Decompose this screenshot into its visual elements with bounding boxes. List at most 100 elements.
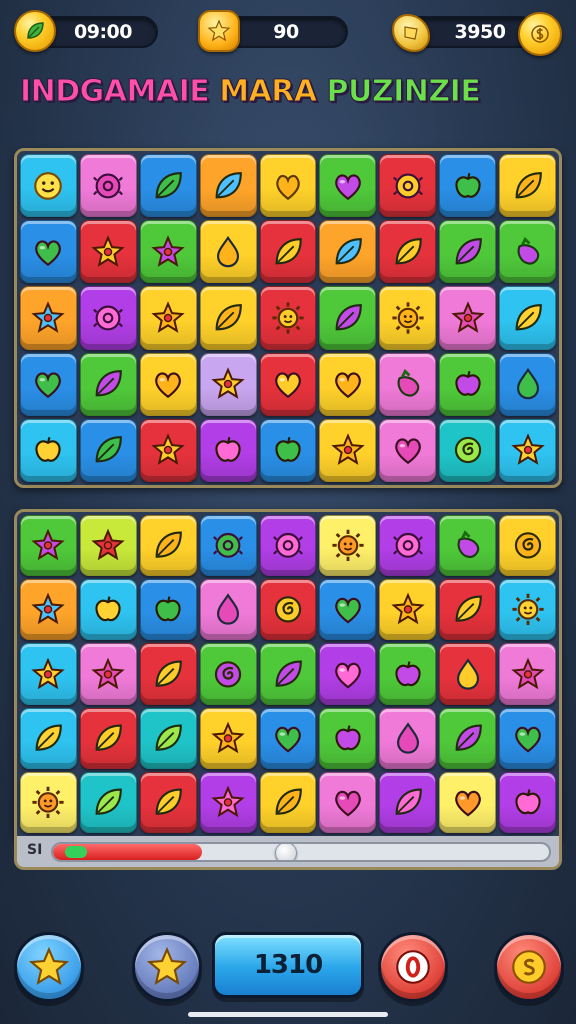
tile-star[interactable] xyxy=(20,515,77,577)
tile-bug[interactable] xyxy=(379,154,437,218)
tile-star[interactable] xyxy=(20,286,77,350)
star-button[interactable] xyxy=(132,932,202,1002)
tile-pepper[interactable] xyxy=(499,220,556,284)
tile-swirl[interactable] xyxy=(499,515,556,577)
tile-star[interactable] xyxy=(379,579,437,641)
tile-swirl[interactable] xyxy=(439,418,497,482)
tile-leaf[interactable] xyxy=(139,771,197,833)
tile-leaf[interactable] xyxy=(499,286,556,350)
tile-star[interactable] xyxy=(139,220,197,284)
tile-star[interactable] xyxy=(20,579,77,641)
tile-leaf[interactable] xyxy=(379,771,437,833)
tile-swirl[interactable] xyxy=(259,579,317,641)
level-button[interactable]: 1310 xyxy=(212,932,364,998)
tile-leaf[interactable] xyxy=(139,515,197,577)
tile-bug[interactable] xyxy=(79,154,137,218)
tile-leaf[interactable] xyxy=(79,771,137,833)
tile-bug[interactable] xyxy=(379,515,437,577)
tile-pepper[interactable] xyxy=(379,352,437,416)
tile-star[interactable] xyxy=(499,643,556,705)
tile-apple[interactable] xyxy=(79,579,137,641)
tile-leaf[interactable] xyxy=(79,707,137,769)
tile-leaf[interactable] xyxy=(499,154,556,218)
tile-heart[interactable] xyxy=(259,707,317,769)
tile-heart[interactable] xyxy=(379,418,437,482)
tile-star[interactable] xyxy=(79,220,137,284)
coin-shop-button[interactable] xyxy=(494,932,564,1002)
tile-leaf[interactable] xyxy=(259,220,317,284)
tile-star[interactable] xyxy=(199,707,257,769)
tile-drop[interactable] xyxy=(499,352,556,416)
tile-leaf[interactable] xyxy=(439,579,497,641)
target-button[interactable] xyxy=(378,932,448,1002)
tile-leaf[interactable] xyxy=(259,771,317,833)
tile-bug[interactable] xyxy=(199,515,257,577)
tile-heart[interactable] xyxy=(319,154,377,218)
tile-star[interactable] xyxy=(139,418,197,482)
tile-leaf[interactable] xyxy=(20,707,77,769)
tile-pepper[interactable] xyxy=(439,515,497,577)
tile-bug[interactable] xyxy=(259,515,317,577)
tile-sun[interactable] xyxy=(499,579,556,641)
tile-drop[interactable] xyxy=(379,707,437,769)
tile-bug[interactable] xyxy=(79,286,137,350)
tile-leaf[interactable] xyxy=(379,220,437,284)
leaf-icon xyxy=(455,237,482,265)
tile-heart[interactable] xyxy=(139,352,197,416)
tile-apple[interactable] xyxy=(439,154,497,218)
tile-leaf[interactable] xyxy=(199,286,257,350)
tile-leaf[interactable] xyxy=(259,643,317,705)
tile-face[interactable] xyxy=(20,154,77,218)
tile-heart[interactable] xyxy=(439,771,497,833)
tile-heart[interactable] xyxy=(499,707,556,769)
tile-apple[interactable] xyxy=(259,418,317,482)
tile-star[interactable] xyxy=(499,418,556,482)
tile-apple[interactable] xyxy=(379,643,437,705)
apple-icon xyxy=(455,172,481,198)
tile-apple[interactable] xyxy=(499,771,556,833)
tile-drop[interactable] xyxy=(199,579,257,641)
tile-star[interactable] xyxy=(199,771,257,833)
tile-leaf[interactable] xyxy=(199,154,257,218)
tile-leaf[interactable] xyxy=(79,352,137,416)
tile-apple[interactable] xyxy=(199,418,257,482)
tile-apple[interactable] xyxy=(439,352,497,416)
tile-leaf[interactable] xyxy=(139,154,197,218)
tile-heart[interactable] xyxy=(319,352,377,416)
tile-heart[interactable] xyxy=(319,771,377,833)
tile-drop[interactable] xyxy=(199,220,257,284)
tile-star[interactable] xyxy=(439,286,497,350)
star-button-left[interactable] xyxy=(14,932,84,1002)
tile-star[interactable] xyxy=(139,286,197,350)
tile-apple[interactable] xyxy=(20,418,77,482)
tile-heart[interactable] xyxy=(259,352,317,416)
tile-star[interactable] xyxy=(20,643,77,705)
tile-leaf[interactable] xyxy=(439,707,497,769)
tile-heart[interactable] xyxy=(319,579,377,641)
tile-star[interactable] xyxy=(199,352,257,416)
tile-drop[interactable] xyxy=(439,643,497,705)
tile-leaf[interactable] xyxy=(319,220,377,284)
tile-heart-leaf[interactable] xyxy=(259,154,317,218)
tile-leaf[interactable] xyxy=(139,707,197,769)
tile-leaf[interactable] xyxy=(439,220,497,284)
tile-leaf[interactable] xyxy=(319,286,377,350)
tile-leaf[interactable] xyxy=(139,643,197,705)
tile-swirl[interactable] xyxy=(199,643,257,705)
tile-sun[interactable] xyxy=(20,771,77,833)
tile-apple[interactable] xyxy=(139,579,197,641)
leaf-icon xyxy=(275,660,302,687)
tile-star[interactable] xyxy=(79,643,137,705)
tile-sun[interactable] xyxy=(319,515,377,577)
progress-knob[interactable] xyxy=(275,844,298,860)
tile-sun[interactable] xyxy=(379,286,437,350)
tile-star[interactable] xyxy=(319,418,377,482)
heart-icon xyxy=(335,174,361,200)
tile-heart[interactable] xyxy=(20,352,77,416)
tile-star[interactable] xyxy=(79,515,137,577)
tile-sun[interactable] xyxy=(259,286,317,350)
tile-heart[interactable] xyxy=(20,220,77,284)
tile-leaf[interactable] xyxy=(79,418,137,482)
tile-apple[interactable] xyxy=(319,707,377,769)
tile-heart[interactable] xyxy=(319,643,377,705)
